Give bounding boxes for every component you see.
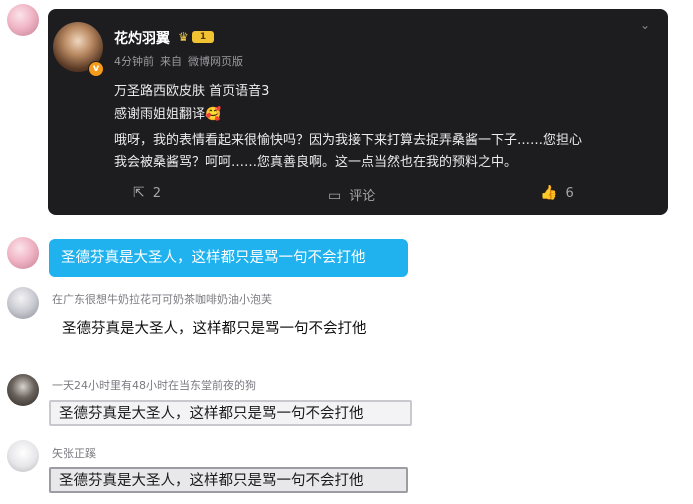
avatar[interactable] [7,374,39,406]
comment-label: 评论 [349,189,376,204]
post-text-line: 万圣路西欧皮肤 首页语音3 [114,84,270,99]
verified-badge-icon: v [88,61,104,77]
reply-username[interactable]: 矢张正蹊 [52,445,96,461]
share-icon: ⇱ [133,185,145,201]
avatar[interactable] [7,287,39,319]
post-text-line: 哦呀，我的表情看起来很愉快吗？因为我接下来打算去捉弄桑酱一下子……您担心 [114,133,583,148]
reply-bubble: 圣德芬真是大圣人，这样都只是骂一句不会打他 [49,239,408,277]
post-source[interactable]: 微博网页版 [188,55,243,68]
post-author-name[interactable]: 花灼羽翼 [114,28,170,48]
post-source-prefix: 来自 [160,55,182,68]
avatar[interactable] [7,440,39,472]
reply-username[interactable]: 在广东很想牛奶拉花可可奶茶咖啡奶油小泡芙 [52,291,272,307]
like-button[interactable]: 👍 6 [540,185,574,201]
comment-button[interactable]: ▭ 评论 [328,185,375,204]
avatar[interactable] [7,237,39,269]
comment-icon: ▭ [328,188,342,204]
post-text-line: 感谢雨姐姐翻译🥰 [114,107,222,122]
repost-button[interactable]: ⇱ 2 [133,185,161,201]
reply-text-box: 圣德芬真是大圣人，这样都只是骂一句不会打他 [49,467,408,493]
repost-count: 2 [152,186,162,201]
post-meta: 4分钟前 来自 微博网页版 [114,53,249,69]
crown-icon: ♛ [178,30,189,44]
reply-text: 圣德芬真是大圣人，这样都只是骂一句不会打他 [62,321,367,337]
post-text-line: 我会被桑酱骂？呵呵……您真善良啊。这一点当然也在我的预料之中。 [114,155,518,170]
thumbs-up-icon: 👍 [540,185,558,201]
like-count: 6 [565,186,574,201]
level-badge: 1 [192,31,214,43]
reply-text-box: 圣德芬真是大圣人，这样都只是骂一句不会打他 [49,400,412,426]
post-time: 4分钟前 [114,55,154,68]
reply-username[interactable]: 一天24小时里有48小时在当东堂前夜的狗 [52,377,256,393]
top-avatar[interactable] [7,4,39,36]
chevron-down-icon[interactable]: ⌄ [640,18,650,32]
